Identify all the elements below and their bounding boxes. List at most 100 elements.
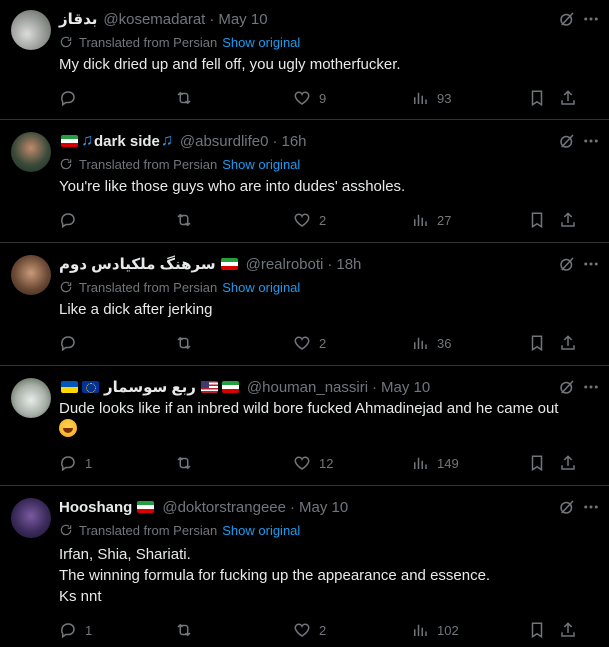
avatar[interactable] [11,132,51,172]
views-button[interactable]: 149 [411,454,459,472]
iran-flag-icon [137,501,155,513]
more-icon[interactable] [581,131,601,151]
display-name[interactable]: Hooshang [59,499,132,516]
separator-dot: · [327,255,333,273]
reply-button[interactable] [59,211,85,229]
views-icon [414,457,427,469]
timestamp[interactable]: May 10 [299,499,348,516]
tweet-actions: 2 36 [59,333,599,353]
views-button[interactable]: 27 [411,211,451,229]
repost-button[interactable] [175,334,193,352]
heart-icon [294,623,310,637]
user-handle[interactable]: @kosemadarat [103,11,205,28]
more-icon[interactable] [581,497,601,517]
share-button[interactable] [559,211,577,229]
translated-label: Translated from Persian [79,34,218,50]
tweet-header: ♫ dark side ♫ @absurdlife0 · 16h [59,131,599,151]
repost-button[interactable] [175,89,193,107]
like-button[interactable]: 9 [293,89,326,107]
reply-button[interactable] [59,89,85,107]
bookmark-button[interactable] [528,89,546,107]
grok-icon[interactable] [557,131,577,151]
views-button[interactable]: 102 [411,621,459,639]
translation-notice: Translated from Persian Show original [59,277,599,297]
like-button[interactable]: 2 [293,211,326,229]
reply-button[interactable] [59,334,85,352]
grok-icon[interactable] [557,497,577,517]
timestamp[interactable]: May 10 [218,11,267,28]
separator-dot: · [209,10,215,28]
tweet-header: بدقاز @kosemadarat · May 10 [59,9,599,29]
share-button[interactable] [559,454,577,472]
share-button[interactable] [559,334,577,352]
avatar[interactable] [11,498,51,538]
display-name[interactable]: dark side [94,133,160,150]
tweet-text: You're like those guys who are into dude… [59,178,406,195]
repost-icon [177,456,191,470]
display-name[interactable]: ربع سوسمار [104,378,196,396]
grok-icon[interactable] [557,9,577,29]
avatar[interactable] [11,255,51,295]
bookmark-icon [531,455,543,472]
share-button[interactable] [559,621,577,639]
tweet-actions: 1 2 102 [59,620,599,640]
like-button[interactable]: 2 [293,621,326,639]
tweet[interactable]: ربع سوسمار @houman_nassiri · May 10 Dude… [0,366,609,486]
bookmark-button[interactable] [528,621,546,639]
us-flag-icon [200,381,218,393]
reply-button[interactable]: 1 [59,621,92,639]
show-original-link[interactable]: Show original [222,157,300,172]
more-icon[interactable] [581,9,601,29]
avatar[interactable] [11,378,51,418]
user-handle[interactable]: @realroboti [246,256,324,273]
bookmark-button[interactable] [528,454,546,472]
bookmark-button[interactable] [528,211,546,229]
tweet-header: ربع سوسمار @houman_nassiri · May 10 [59,377,599,397]
timestamp[interactable]: 16h [281,133,306,150]
user-handle[interactable]: @houman_nassiri [247,379,368,396]
user-handle[interactable]: @doktorstrangeee [162,499,286,516]
avatar[interactable] [11,10,51,50]
views-icon [414,92,427,104]
more-icon[interactable] [581,254,601,274]
show-original-link[interactable]: Show original [222,280,300,295]
like-button[interactable]: 2 [293,334,326,352]
like-button[interactable]: 12 [293,454,333,472]
grok-icon[interactable] [557,254,577,274]
tweet-top-icons [557,254,598,274]
bookmark-icon [531,90,543,107]
tweet-text: My dick dried up and fell off, you ugly … [59,56,401,73]
share-button[interactable] [559,89,577,107]
bookmark-button[interactable] [528,334,546,352]
tweet-actions: 9 93 [59,88,599,108]
repost-button[interactable] [175,454,193,472]
tweet-header: Hooshang @doktorstrangeee · May 10 [59,497,599,517]
tweet[interactable]: سرهنگ ملکیادس دوم @realroboti · 18h Tran… [0,243,609,366]
tweet[interactable]: بدقاز @kosemadarat · May 10 Translated f… [0,0,609,120]
grok-icon[interactable] [557,377,577,397]
tweet[interactable]: Hooshang @doktorstrangeee · May 10 Trans… [0,486,609,647]
views-button[interactable]: 93 [411,89,451,107]
show-original-link[interactable]: Show original [222,35,300,50]
reply-button[interactable]: 1 [59,454,92,472]
display-name[interactable]: بدقاز [59,10,97,28]
translate-icon [60,524,72,536]
tweet[interactable]: ♫ dark side ♫ @absurdlife0 · 16h Transla… [0,120,609,243]
tweet-top-icons [557,131,598,151]
tweet-text: Dude looks like if an inbred wild bore f… [59,398,599,440]
reply-count: 1 [85,622,93,638]
timestamp[interactable]: May 10 [381,379,430,396]
user-handle[interactable]: @absurdlife0 [180,133,269,150]
timestamp[interactable]: 18h [336,256,361,273]
more-icon[interactable] [581,377,601,397]
translate-icon [60,36,72,48]
tweet-text-content: Dude looks like if an inbred wild bore f… [59,400,559,417]
repost-button[interactable] [175,621,193,639]
views-button[interactable]: 36 [411,334,451,352]
display-name[interactable]: سرهنگ ملکیادس دوم [59,255,216,273]
repost-button[interactable] [175,211,193,229]
show-original-link[interactable]: Show original [222,523,300,538]
reply-icon [61,456,75,472]
share-icon [561,335,575,350]
eu-flag-icon [82,381,99,393]
